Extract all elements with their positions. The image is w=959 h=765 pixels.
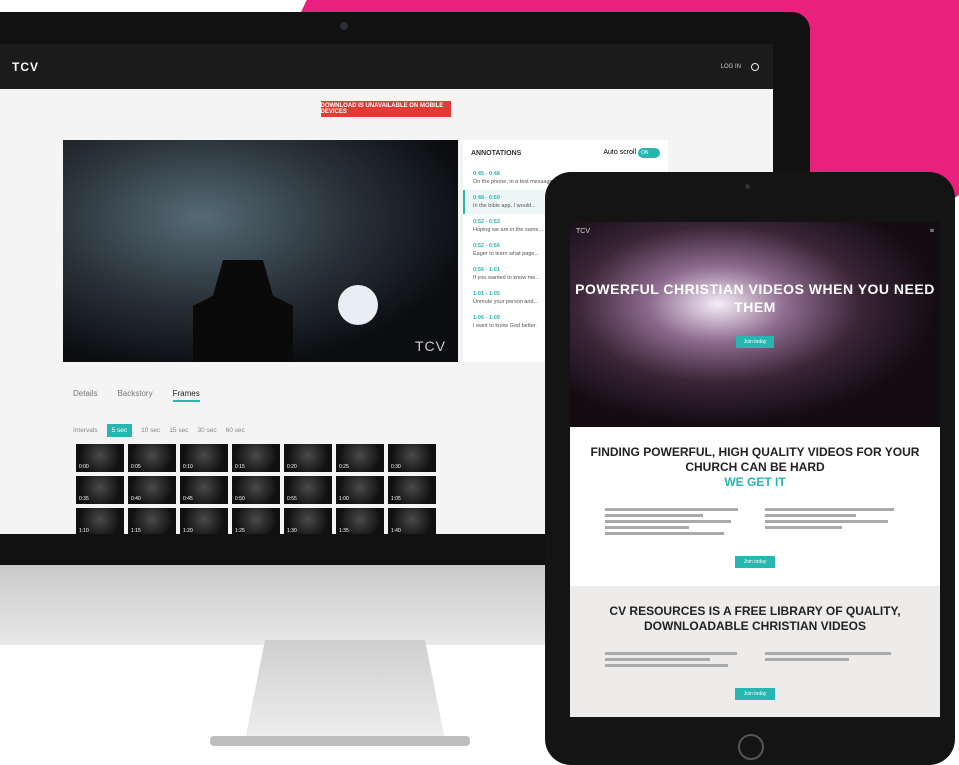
frame-thumbnail[interactable]: 1:10 xyxy=(76,508,124,534)
site-header: TCV LOG IN xyxy=(0,44,773,89)
imac-stand-base xyxy=(210,736,470,746)
frame-time: 0:40 xyxy=(131,496,141,502)
frame-time: 0:55 xyxy=(287,496,297,502)
library-join-button[interactable]: Join today xyxy=(734,688,776,700)
search-icon[interactable] xyxy=(751,62,759,71)
site-logo[interactable]: TCV xyxy=(12,60,39,74)
interval-selector: Intervals 5 sec 10 sec 15 sec 30 sec 60 … xyxy=(73,424,245,437)
frames-grid: 0:00 0:05 0:10 0:15 0:20 0:25 0:30 0:35 … xyxy=(76,444,436,534)
frame-time: 1:00 xyxy=(339,496,349,502)
frame-thumbnail[interactable]: 1:20 xyxy=(180,508,228,534)
frame-thumbnail[interactable]: 1:15 xyxy=(128,508,176,534)
problem-section: FINDING POWERFUL, HIGH QUALITY VIDEOS FO… xyxy=(570,427,940,586)
tab-frames[interactable]: Frames xyxy=(172,389,200,402)
problem-title: FINDING POWERFUL, HIGH QUALITY VIDEOS FO… xyxy=(590,445,920,474)
frame-time: 0:45 xyxy=(183,496,193,502)
frame-time: 0:25 xyxy=(339,464,349,470)
frame-thumbnail[interactable]: 1:00 xyxy=(336,476,384,504)
frame-thumbnail[interactable]: 0:15 xyxy=(232,444,280,472)
frame-time: 0:10 xyxy=(183,464,193,470)
login-link[interactable]: LOG IN xyxy=(721,64,741,70)
frame-thumbnail[interactable]: 0:10 xyxy=(180,444,228,472)
hero-join-button[interactable]: Join today xyxy=(735,336,775,348)
ipad-device: TCV ≡ POWERFUL CHRISTIAN VIDEOS WHEN YOU… xyxy=(545,172,955,765)
frame-time: 1:25 xyxy=(235,528,245,534)
frame-thumbnail[interactable]: 0:25 xyxy=(336,444,384,472)
interval-15-sec[interactable]: 15 sec xyxy=(169,427,188,434)
frame-time: 1:35 xyxy=(339,528,349,534)
frame-time: 1:05 xyxy=(391,496,401,502)
tab-backstory[interactable]: Backstory xyxy=(117,389,152,402)
imac-stand xyxy=(245,640,445,740)
frame-thumbnail[interactable]: 0:40 xyxy=(128,476,176,504)
library-section: CV RESOURCES IS A FREE LIBRARY OF QUALIT… xyxy=(570,586,940,717)
menu-icon[interactable]: ≡ xyxy=(930,228,934,235)
problem-text-columns xyxy=(580,505,930,538)
frame-thumbnail[interactable]: 1:30 xyxy=(284,508,332,534)
problem-accent: WE GET IT xyxy=(724,475,786,489)
frame-thumbnail[interactable]: 0:30 xyxy=(388,444,436,472)
hero-title: POWERFUL CHRISTIAN VIDEOS WHEN YOU NEED … xyxy=(575,281,935,315)
tab-details[interactable]: Details xyxy=(73,389,97,402)
frame-thumbnail[interactable]: 1:40 xyxy=(388,508,436,534)
frame-thumbnail[interactable]: 0:20 xyxy=(284,444,332,472)
auto-scroll-label: Auto scroll xyxy=(603,149,637,156)
frame-thumbnail[interactable]: 1:05 xyxy=(388,476,436,504)
frame-time: 0:20 xyxy=(287,464,297,470)
library-text-columns xyxy=(580,649,930,670)
video-watermark: TCV xyxy=(415,338,446,354)
frame-thumbnail[interactable]: 0:35 xyxy=(76,476,124,504)
home-button-icon[interactable] xyxy=(738,734,764,760)
frame-time: 1:30 xyxy=(287,528,297,534)
frame-time: 1:20 xyxy=(183,528,193,534)
camera-icon xyxy=(340,22,348,30)
frame-time: 0:00 xyxy=(79,464,89,470)
camera-icon xyxy=(745,184,750,189)
interval-30-sec[interactable]: 30 sec xyxy=(197,427,216,434)
frame-thumbnail[interactable]: 0:55 xyxy=(284,476,332,504)
frame-time: 1:10 xyxy=(79,528,89,534)
frame-thumbnail[interactable]: 0:45 xyxy=(180,476,228,504)
interval-60-sec[interactable]: 60 sec xyxy=(226,427,245,434)
frame-time: 0:35 xyxy=(79,496,89,502)
frame-thumbnail[interactable]: 0:00 xyxy=(76,444,124,472)
video-tabs: Details Backstory Frames xyxy=(73,389,200,402)
intervals-label: Intervals xyxy=(73,427,98,434)
frame-thumbnail[interactable]: 0:50 xyxy=(232,476,280,504)
frame-thumbnail[interactable]: 1:25 xyxy=(232,508,280,534)
frame-time: 0:30 xyxy=(391,464,401,470)
frame-time: 0:15 xyxy=(235,464,245,470)
video-player[interactable]: TCV xyxy=(63,140,458,362)
window-light xyxy=(338,285,378,325)
interval-10-sec[interactable]: 10 sec xyxy=(141,427,160,434)
mobile-download-banner: DOWNLOAD IS UNAVAILABLE ON MOBILE DEVICE… xyxy=(320,101,451,117)
frame-time: 1:15 xyxy=(131,528,141,534)
problem-join-button[interactable]: Join today xyxy=(734,556,776,568)
hero-section: TCV ≡ POWERFUL CHRISTIAN VIDEOS WHEN YOU… xyxy=(570,222,940,427)
frame-time: 0:50 xyxy=(235,496,245,502)
frame-thumbnail[interactable]: 1:35 xyxy=(336,508,384,534)
frame-time: 0:05 xyxy=(131,464,141,470)
library-title: CV RESOURCES IS A FREE LIBRARY OF QUALIT… xyxy=(609,604,901,633)
annotations-title: ANNOTATIONS xyxy=(471,149,522,157)
frame-thumbnail[interactable]: 0:05 xyxy=(128,444,176,472)
frame-time: 1:40 xyxy=(391,528,401,534)
ipad-screen: TCV ≡ POWERFUL CHRISTIAN VIDEOS WHEN YOU… xyxy=(570,222,940,717)
interval-5-sec[interactable]: 5 sec xyxy=(106,424,133,437)
ipad-logo[interactable]: TCV xyxy=(576,228,590,235)
worshipper-silhouette xyxy=(193,260,293,362)
auto-scroll-toggle[interactable]: ON xyxy=(638,148,660,158)
